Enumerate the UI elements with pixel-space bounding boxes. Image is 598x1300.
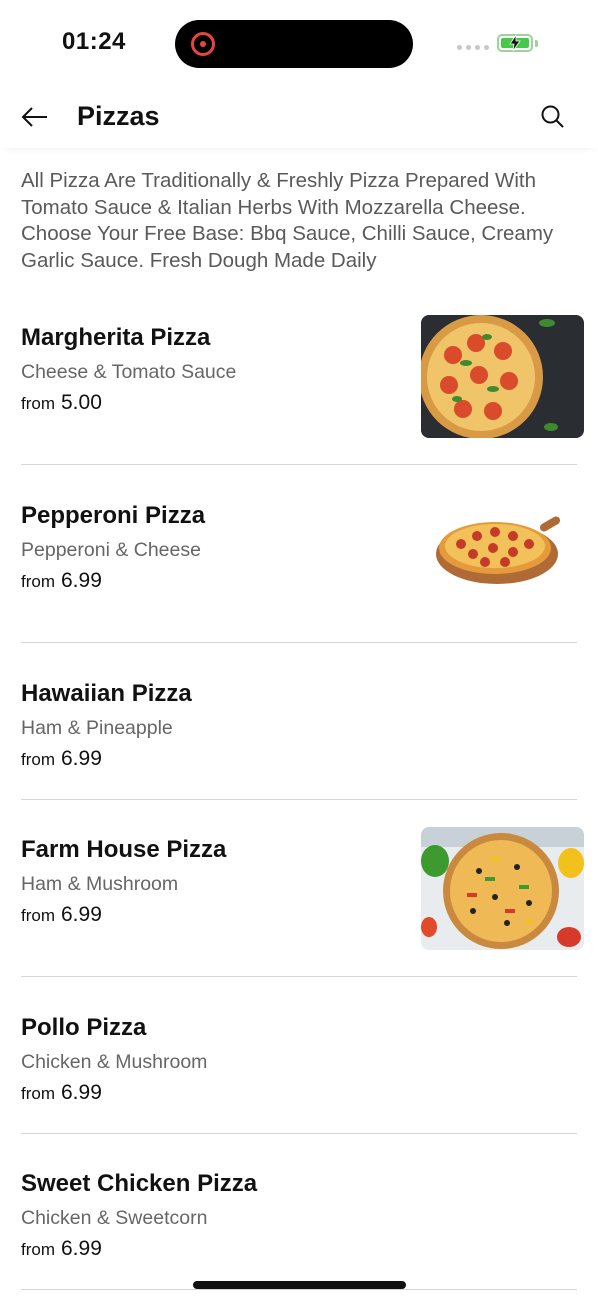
item-price: from 6.99: [21, 1237, 102, 1261]
battery-cap: [535, 40, 538, 47]
pepperoni-pizza-image: [421, 490, 584, 613]
item-name: Sweet Chicken Pizza: [21, 1170, 258, 1197]
price-value: 5.00: [61, 391, 102, 414]
item-name: Margherita Pizza: [21, 324, 211, 351]
price-from-label: from: [21, 394, 55, 413]
price-value: 6.99: [61, 569, 102, 592]
margherita-pizza-image: [421, 315, 584, 438]
item-price: from 6.99: [21, 569, 102, 593]
price-value: 6.99: [61, 747, 102, 770]
price-value: 6.99: [61, 1081, 102, 1104]
farm-house-pizza-image: [421, 827, 584, 950]
home-indicator[interactable]: [193, 1281, 406, 1289]
item-price: from 5.00: [21, 391, 102, 415]
item-description: Ham & Pineapple: [21, 717, 173, 739]
item-description: Pepperoni & Cheese: [21, 539, 201, 561]
status-time: 01:24: [62, 28, 126, 55]
item-price: from 6.99: [21, 1081, 102, 1105]
price-from-label: from: [21, 906, 55, 925]
recording-icon: [191, 32, 215, 56]
arrow-left-icon: [21, 107, 47, 127]
price-value: 6.99: [61, 1237, 102, 1260]
item-name: Pollo Pizza: [21, 1014, 147, 1041]
price-from-label: from: [21, 572, 55, 591]
item-name: Farm House Pizza: [21, 836, 227, 863]
item-name: Hawaiian Pizza: [21, 680, 192, 707]
item-divider: [21, 976, 577, 977]
battery-charging-icon: [497, 34, 533, 52]
cellular-signal-icon: [457, 45, 489, 50]
item-description: Ham & Mushroom: [21, 873, 179, 895]
item-description: Chicken & Mushroom: [21, 1051, 208, 1073]
price-from-label: from: [21, 1084, 55, 1103]
price-value: 6.99: [61, 903, 102, 926]
page-title: Pizzas: [77, 101, 160, 131]
dynamic-island: [175, 20, 413, 68]
item-divider: [21, 464, 577, 465]
back-button[interactable]: [18, 100, 52, 134]
item-price: from 6.99: [21, 903, 102, 927]
item-description: Cheese & Tomato Sauce: [21, 361, 237, 383]
search-icon: [541, 105, 564, 128]
app-header: Pizzas: [0, 86, 598, 148]
category-description: All Pizza Are Traditionally & Freshly Pi…: [21, 169, 554, 272]
price-from-label: from: [21, 750, 55, 769]
item-price: from 6.99: [21, 747, 102, 771]
item-divider: [21, 1289, 577, 1290]
price-from-label: from: [21, 1240, 55, 1259]
item-name: Pepperoni Pizza: [21, 502, 206, 529]
item-description: Chicken & Sweetcorn: [21, 1207, 208, 1229]
status-bar: 01:24: [0, 0, 598, 86]
item-divider: [21, 1133, 577, 1134]
item-divider: [21, 799, 577, 800]
item-divider: [21, 642, 577, 643]
search-button[interactable]: [538, 102, 568, 132]
